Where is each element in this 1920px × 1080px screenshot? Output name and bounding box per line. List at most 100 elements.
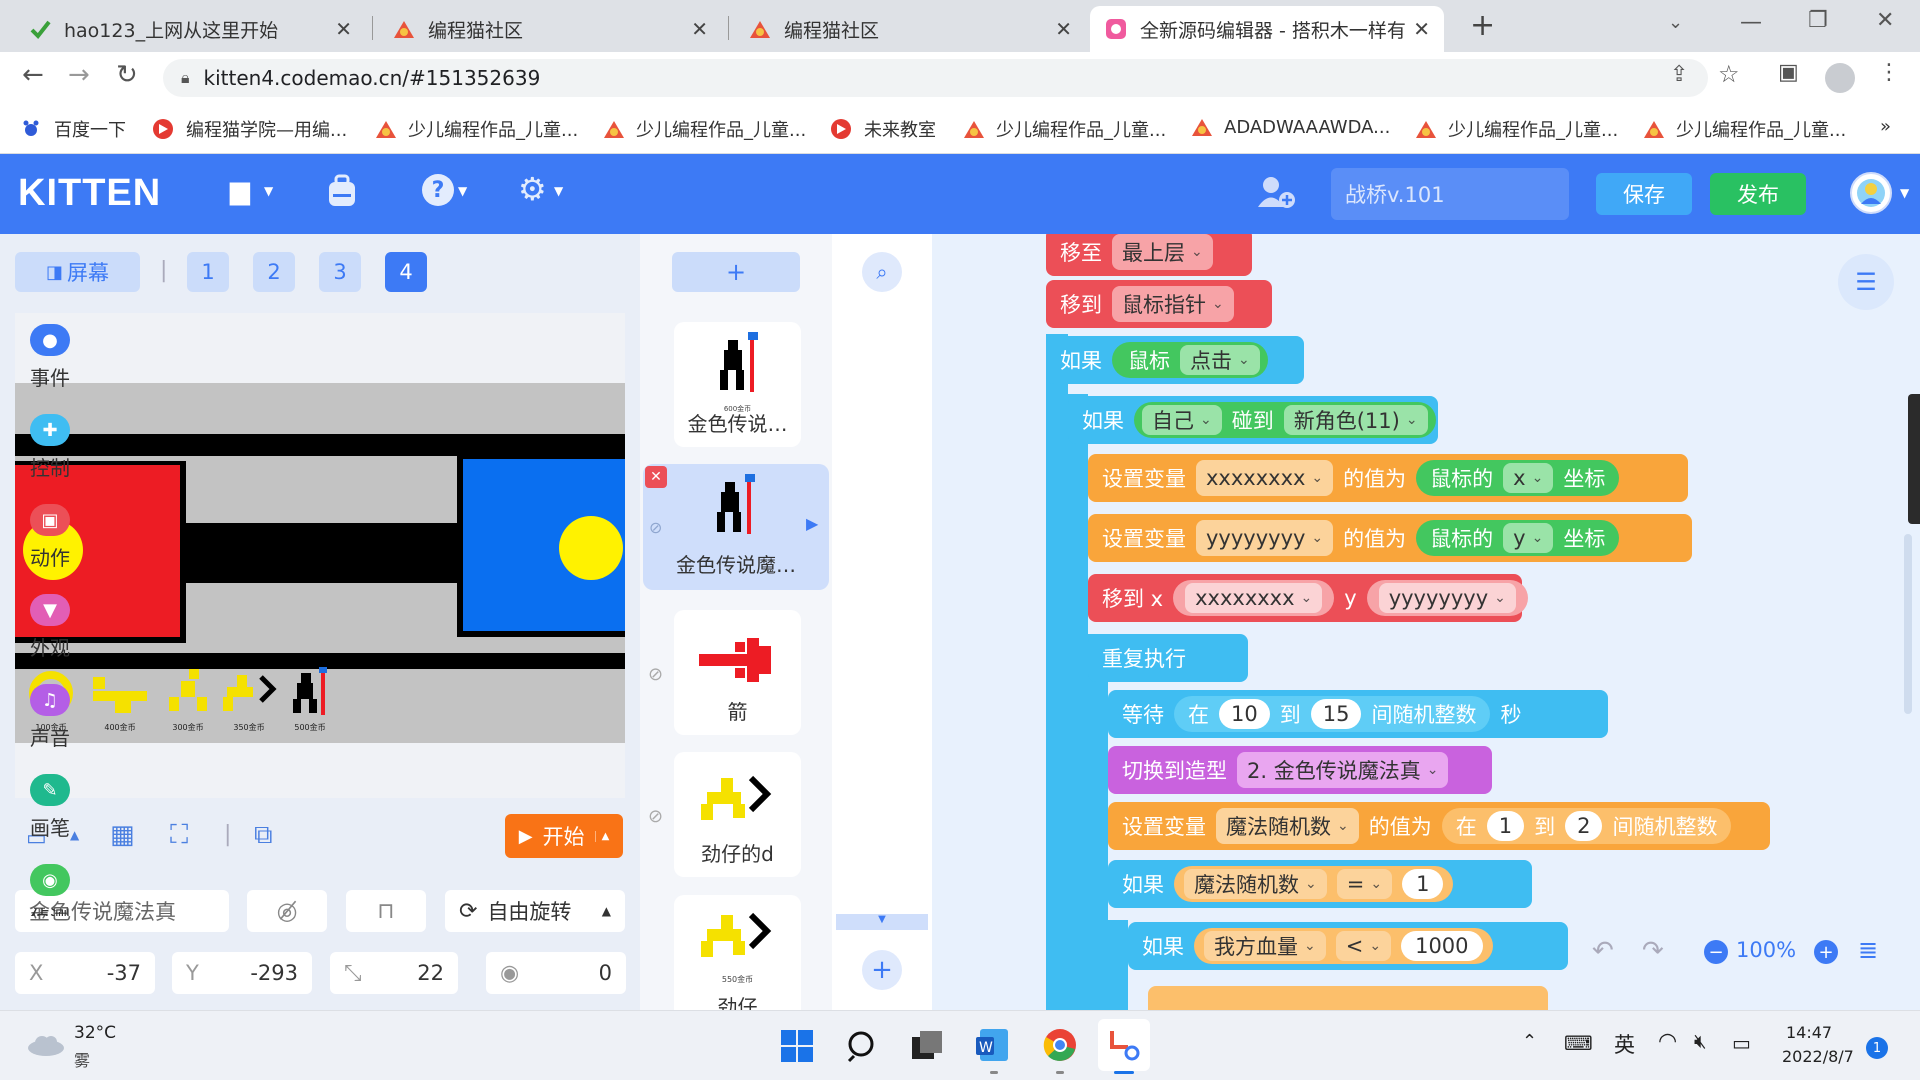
sidepanel-icon[interactable]: ▣ <box>1778 60 1799 85</box>
block-partial[interactable] <box>1148 986 1548 1010</box>
bookmarks-more[interactable]: » <box>1880 116 1891 137</box>
reload-icon[interactable]: ↻ <box>116 60 138 90</box>
volume-muted-icon[interactable]: 🔇︎ <box>1694 1029 1707 1053</box>
close-tab-icon[interactable]: ✕ <box>1413 17 1430 41</box>
chevron-down-icon[interactable]: ⌄ <box>1668 12 1683 33</box>
bookmark-item[interactable]: 少儿编程作品_儿童... <box>1414 116 1618 142</box>
keyboard-icon[interactable]: ⌨ <box>1564 1031 1593 1055</box>
block-wait-random[interactable]: 等待 在 10 到 15 间随机整数 秒 <box>1108 690 1608 738</box>
block-if-equals[interactable]: 如果 魔法随机数 ⌄ = ⌄ 1 <box>1108 860 1532 908</box>
fullscreen-icon[interactable]: ⛶ <box>170 820 188 851</box>
caret-up-icon[interactable]: ▲ <box>594 830 609 842</box>
block-move-to-top[interactable]: 移至 最上层 ⌄ <box>1046 234 1252 276</box>
redo-icon[interactable]: ↷ <box>1642 936 1664 966</box>
add-extension-button[interactable]: + <box>862 950 902 990</box>
add-sprite-button[interactable]: + <box>672 252 800 292</box>
zoom-in-icon[interactable]: + <box>1814 940 1838 964</box>
screen-toggle-button[interactable]: ◨ 屏幕 <box>15 252 140 292</box>
code-workspace[interactable]: 移至 最上层 ⌄ 移到 鼠标指针 ⌄ 如果 鼠标 点击 ⌄ 如果 自己 ⌄ 碰到 新角色(… <box>932 234 1920 1010</box>
grid-icon[interactable]: ▦ <box>110 820 135 850</box>
bookmark-item[interactable]: 少儿编程作品_儿童... <box>1642 116 1846 142</box>
arrange-blocks-icon[interactable]: ≣ <box>1858 936 1878 964</box>
sprite-card[interactable]: 550金币 劲仔 <box>674 895 801 1010</box>
rotation-mode-select[interactable]: ⟳ 自由旋转 ▲ <box>445 890 625 932</box>
user-avatar[interactable] <box>1850 172 1892 214</box>
minimize-icon[interactable]: — <box>1740 10 1762 35</box>
bookmark-item[interactable]: 编程猫学院—用编... <box>152 116 347 142</box>
publish-button[interactable]: 发布 <box>1710 173 1806 215</box>
word-icon[interactable]: W <box>974 1027 1010 1063</box>
notification-badge[interactable]: 1 <box>1866 1037 1888 1059</box>
wifi-icon[interactable]: ◠ <box>1658 1029 1677 1054</box>
category-looks[interactable]: ▼ 外观 <box>0 594 100 661</box>
share-icon[interactable]: ⇪ <box>1670 62 1688 87</box>
forward-icon[interactable]: → <box>68 60 90 90</box>
block-set-var-random[interactable]: 设置变量 魔法随机数 ⌄ 的值为 在 1 到 2 间随机整数 <box>1108 802 1770 850</box>
block-forever[interactable]: 重复执行 <box>1088 634 1248 682</box>
block-if-less-than[interactable]: 如果 我方血量 ⌄ < ⌄ 1000 <box>1128 922 1568 970</box>
category-sensing[interactable]: ◉侦测 <box>0 864 100 916</box>
play-preview-icon[interactable]: ⧉ <box>254 820 273 851</box>
browser-tab-hao123[interactable]: hao123_上网从这里开始 ✕ <box>14 6 366 52</box>
bookmark-item[interactable]: 百度一下 <box>20 116 126 142</box>
add-collaborator-icon[interactable] <box>1256 174 1296 215</box>
menu-kebab-icon[interactable]: ⋮ <box>1878 60 1900 85</box>
back-icon[interactable]: ← <box>22 60 44 90</box>
hidden-eye-icon[interactable]: ⊘ <box>648 806 663 827</box>
new-tab-icon[interactable]: + <box>1470 8 1495 43</box>
bookmark-item[interactable]: 未来教室 <box>830 116 936 142</box>
bookmark-item[interactable]: 少儿编程作品_儿童... <box>602 116 806 142</box>
windows-start-icon[interactable] <box>780 1029 814 1063</box>
x-position-field[interactable]: X -37 <box>15 952 155 994</box>
search-icon[interactable]: ⌕ <box>862 252 902 292</box>
category-events[interactable]: ● 事件 <box>0 324 100 391</box>
start-button[interactable]: ▶ 开始 ▲ <box>505 814 623 858</box>
battery-icon[interactable]: ▭ <box>1732 1031 1751 1055</box>
omnibox[interactable]: 🔒︎ kitten4.codemao.cn/#151352639 <box>163 59 1708 97</box>
visibility-toggle-icon[interactable]: ◎̸ <box>247 890 327 932</box>
close-tab-icon[interactable]: ✕ <box>335 17 352 41</box>
direction-field[interactable]: ◉ 0 <box>486 952 626 994</box>
block-if-touching[interactable]: 如果 自己 ⌄ 碰到 新角色(11) ⌄ <box>1068 396 1438 444</box>
backpack-icon[interactable] <box>326 174 358 213</box>
screen-tab-1[interactable]: 1 <box>187 252 229 292</box>
block-set-var-y[interactable]: 设置变量 yyyyyyyy ⌄ 的值为 鼠标的 y ⌄ 坐标 <box>1088 514 1692 562</box>
close-window-icon[interactable]: ✕ <box>1876 8 1894 33</box>
bookmark-item[interactable]: ADADWAAAWDA... <box>1190 116 1390 138</box>
clock-date[interactable]: 2022/8/7 <box>1782 1047 1854 1066</box>
browser-tab-codemao-1[interactable]: 编程猫社区 ✕ <box>378 6 722 52</box>
y-position-field[interactable]: Y -293 <box>172 952 312 994</box>
chrome-icon[interactable] <box>1042 1027 1078 1063</box>
chevron-up-icon[interactable]: ⌃ <box>1522 1031 1537 1052</box>
folder-icon[interactable]: ▆ <box>230 176 250 206</box>
restore-icon[interactable]: ❐ <box>1808 8 1828 33</box>
bookmark-item[interactable]: 少儿编程作品_儿童... <box>374 116 578 142</box>
scroll-down-icon[interactable]: ▼ <box>836 914 928 930</box>
search-icon[interactable] <box>846 1029 880 1063</box>
lock-icon[interactable]: ⊓ <box>346 890 426 932</box>
block-move-to-pointer[interactable]: 移到 鼠标指针 ⌄ <box>1046 280 1272 328</box>
project-name-input[interactable]: 战桥v.101 <box>1331 168 1569 220</box>
clock-time[interactable]: 14:47 <box>1786 1023 1832 1042</box>
close-tab-icon[interactable]: ✕ <box>1055 17 1072 41</box>
sprite-card[interactable]: 600金币 金色传说… <box>674 322 801 447</box>
category-control[interactable]: ✚ 控制 <box>0 414 100 481</box>
sprite-card-selected[interactable]: ✕ ⊘ ▶ 金色传说魔… <box>643 464 829 590</box>
help-icon[interactable]: ? <box>422 174 454 206</box>
block-switch-costume[interactable]: 切换到造型 2. 金色传说魔法真 ⌄ <box>1108 746 1492 794</box>
stage-canvas[interactable]: 100金币 400金币 300金币 350金币 500金币 <box>15 313 625 798</box>
screen-tab-2[interactable]: 2 <box>253 252 295 292</box>
block-move-to-xy[interactable]: 移到 x xxxxxxxx ⌄ y yyyyyyyy ⌄ <box>1088 574 1528 622</box>
zoom-out-icon[interactable]: − <box>1704 940 1728 964</box>
screen-tab-4[interactable]: 4 <box>385 252 427 292</box>
gear-icon[interactable]: ⚙ <box>518 170 547 208</box>
size-field[interactable]: ⤡ 22 <box>330 952 458 994</box>
browser-tab-codemao-2[interactable]: 编程猫社区 ✕ <box>734 6 1086 52</box>
bookmark-item[interactable]: 少儿编程作品_儿童... <box>962 116 1166 142</box>
delete-sprite-icon[interactable]: ✕ <box>645 466 667 488</box>
hidden-eye-icon[interactable]: ⊘ <box>649 518 662 537</box>
category-sound[interactable]: ♫ 声音 <box>0 684 100 751</box>
category-pen[interactable]: ✎ 画笔 <box>0 774 100 841</box>
browser-tab-kitten[interactable]: 全新源码编辑器 - 搭积木一样有趣 ✕ <box>1090 6 1444 52</box>
screen-tab-3[interactable]: 3 <box>319 252 361 292</box>
